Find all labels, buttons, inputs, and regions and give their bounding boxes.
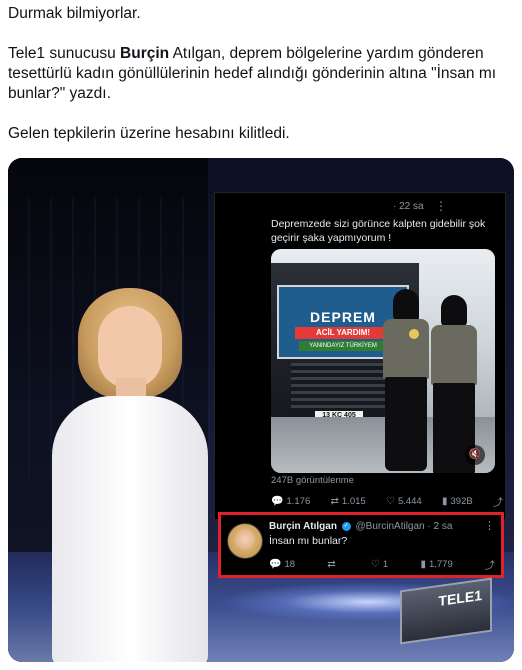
post-line-3: Gelen tepkilerin üzerine hesabını kilitl… bbox=[8, 125, 290, 142]
retweet-action[interactable]: ⇄ 1.015 bbox=[331, 493, 366, 509]
like-action[interactable]: ♡ 1 bbox=[371, 557, 388, 571]
mentioned-name: Burçin bbox=[120, 45, 170, 62]
reply-action[interactable]: 💬 1.176 bbox=[271, 493, 310, 509]
tweet-views: 247B görüntülenme bbox=[271, 475, 354, 486]
presenter-dress bbox=[52, 396, 208, 662]
reply-action[interactable]: 💬 18 bbox=[269, 557, 295, 571]
figure-badge bbox=[409, 329, 419, 339]
figure-robe bbox=[385, 377, 427, 471]
views-action[interactable]: ▮ 1.779 bbox=[420, 557, 452, 571]
post-text: Durmak bilmiyorlar. Tele1 sunucusu Burçi… bbox=[8, 4, 514, 164]
avatar bbox=[227, 523, 263, 559]
tweet-time: · 22 sa bbox=[393, 201, 424, 212]
presenter-face bbox=[98, 306, 162, 388]
reply-header: Burçin Atılgan ✓ @BurcinAtilgan · 2 sa bbox=[269, 521, 499, 532]
views-icon: ▮ bbox=[420, 558, 426, 570]
like-action[interactable]: ♡ 5.444 bbox=[386, 493, 422, 509]
share-icon: ⤴ bbox=[492, 497, 503, 509]
embedded-tweet: · 22 sa ⋮ Depremzede sizi görünce kalpte… bbox=[214, 192, 506, 520]
banner-strip: YANINDAYIZ TÜRKİYEM bbox=[299, 341, 387, 351]
more-icon: ⋮ bbox=[435, 199, 447, 213]
retweet-action[interactable]: ⇄ bbox=[327, 557, 338, 571]
reply-actions: 💬 18 ⇄ ♡ 1 ▮ 1.779 ⤴ bbox=[269, 557, 495, 572]
like-icon: ♡ bbox=[385, 495, 395, 507]
banner-subtitle: ACİL YARDIM! bbox=[295, 327, 391, 339]
tweet-photo: DEPREM ACİL YARDIM! YANINDAYIZ TÜRKİYEM … bbox=[271, 249, 495, 473]
retweet-icon: ⇄ bbox=[330, 495, 339, 507]
figure-head bbox=[441, 295, 467, 329]
mute-icon[interactable]: 🔇 bbox=[465, 445, 485, 465]
reply-text: İnsan mı bunlar? bbox=[269, 535, 348, 547]
share-action[interactable]: ⤴ bbox=[493, 493, 503, 509]
views-icon: ▮ bbox=[442, 495, 448, 507]
reply-icon: 💬 bbox=[269, 558, 282, 570]
share-icon: ⤴ bbox=[484, 560, 495, 572]
reply-handle: @BurcinAtilgan · 2 sa bbox=[355, 521, 453, 532]
figure-head bbox=[393, 289, 419, 323]
highlighted-reply: Burçin Atılgan ✓ @BurcinAtilgan · 2 sa ⋮… bbox=[218, 512, 504, 578]
like-icon: ♡ bbox=[370, 558, 380, 570]
figure-vest bbox=[431, 325, 477, 385]
tweet-text: Depremzede sizi görünce kalpten gidebili… bbox=[271, 218, 486, 244]
post-line-2: Tele1 sunucusu Burçin Atılgan, deprem bö… bbox=[8, 45, 497, 102]
views-action[interactable]: ▮ 392B bbox=[442, 493, 473, 509]
verified-icon: ✓ bbox=[341, 521, 351, 531]
tweet-header: · 22 sa ⋮ bbox=[215, 199, 505, 217]
reply-icon: 💬 bbox=[271, 495, 284, 507]
share-action[interactable]: ⤴ bbox=[484, 557, 495, 572]
more-icon: ⋮ bbox=[484, 520, 495, 532]
reply-author-name: Burçin Atılgan bbox=[269, 521, 337, 532]
tweet-actions: 💬 1.176 ⇄ 1.015 ♡ 5.444 ▮ 392B ⤴ bbox=[271, 493, 503, 509]
post-line-1: Durmak bilmiyorlar. bbox=[8, 5, 141, 22]
post-image[interactable]: · 22 sa ⋮ Depremzede sizi görünce kalpte… bbox=[8, 158, 514, 662]
figure-vest bbox=[383, 319, 429, 379]
presenter bbox=[38, 278, 218, 662]
retweet-icon: ⇄ bbox=[327, 558, 336, 570]
